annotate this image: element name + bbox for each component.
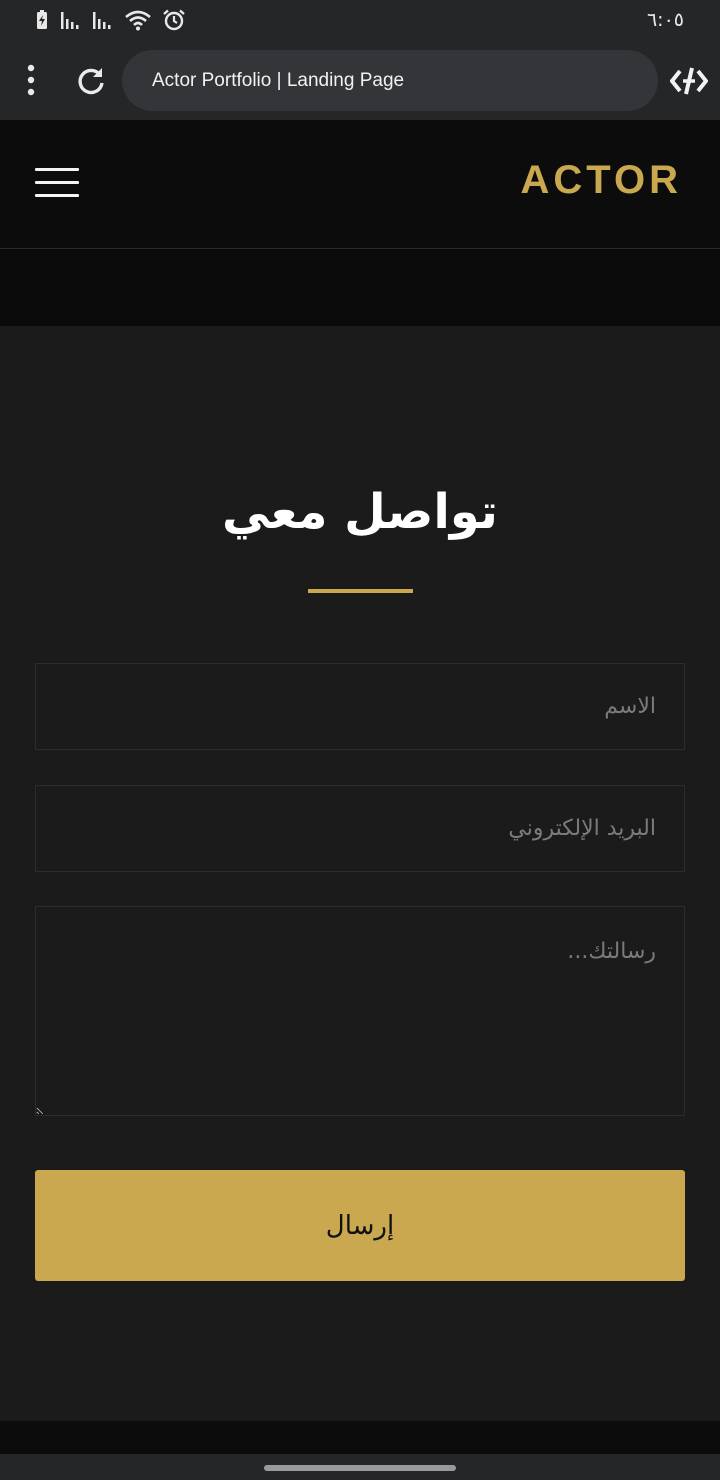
brand-logo[interactable]: ACTOR	[521, 158, 682, 203]
contact-section: تواصل معي إرسال	[0, 326, 720, 1421]
alarm-icon	[163, 9, 185, 31]
header-strip	[0, 249, 720, 326]
name-input[interactable]	[35, 663, 685, 750]
status-time: ٦:٠٥	[646, 9, 684, 31]
developer-tools-icon[interactable]	[670, 64, 708, 98]
section-title: تواصل معي	[222, 484, 498, 540]
email-input[interactable]	[35, 785, 685, 872]
signal-bars-icon	[93, 12, 111, 29]
title-divider	[308, 589, 413, 593]
address-bar[interactable]: Actor Portfolio | Landing Page	[122, 50, 658, 111]
browser-toolbar: Actor Portfolio | Landing Page	[0, 40, 720, 120]
battery-charging-icon	[37, 10, 47, 29]
wifi-icon	[125, 10, 151, 31]
status-icons	[34, 9, 186, 31]
footer-strip	[0, 1421, 720, 1454]
status-bar: ٦:٠٥	[0, 0, 720, 40]
reload-icon[interactable]	[76, 66, 106, 96]
message-textarea[interactable]	[35, 906, 685, 1116]
submit-button[interactable]: إرسال	[35, 1170, 685, 1281]
system-nav-bar	[0, 1454, 720, 1480]
signal-bars-icon	[61, 12, 79, 29]
hamburger-menu-icon[interactable]	[35, 168, 79, 200]
home-indicator[interactable]	[264, 1465, 456, 1471]
page-title: Actor Portfolio | Landing Page	[152, 69, 405, 91]
site-header: ACTOR	[0, 120, 720, 249]
menu-dots-icon[interactable]	[22, 64, 40, 96]
